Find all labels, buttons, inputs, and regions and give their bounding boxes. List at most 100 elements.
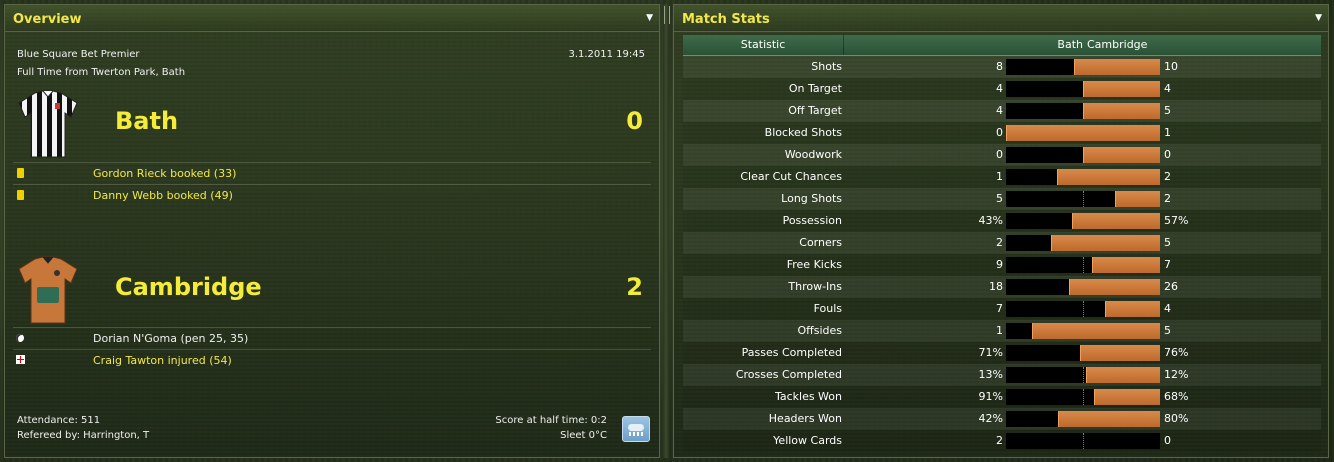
table-row[interactable]: Off Target 4 5	[683, 100, 1321, 122]
away-share-bar	[1069, 279, 1160, 295]
away-team-name[interactable]: Cambridge	[115, 273, 262, 301]
stats-rows: Shots 8 1 0 On Target 4 4 Off Target 4 5 Blocked S…	[683, 56, 1321, 452]
stat-label: Passes Completed	[741, 346, 842, 359]
stat-label: Free Kicks	[786, 258, 842, 271]
home-stat-value: 71%	[978, 346, 1003, 359]
comparison-bar	[1006, 279, 1160, 295]
bar-midline	[1083, 389, 1085, 405]
away-event-row[interactable]: Dorian N'Goma (pen 25, 35)	[13, 327, 651, 350]
sleet-weather-icon	[622, 416, 650, 442]
home-stat-value: 8	[996, 60, 1003, 73]
column-header-home[interactable]: Bath	[1013, 35, 1083, 55]
competition-name: Blue Square Bet Premier	[17, 49, 140, 60]
comparison-bar	[1006, 389, 1160, 405]
match-subtitle: Full Time from Twerton Park, Bath	[17, 67, 186, 78]
away-stat-value: 68%	[1164, 390, 1189, 403]
table-row[interactable]: Long Shots 5 2	[683, 188, 1321, 210]
home-stat-value: 4	[996, 82, 1003, 95]
table-row[interactable]: Throw-Ins 18 26	[683, 276, 1321, 298]
away-stat-value: 0	[1164, 434, 1171, 447]
table-row[interactable]: Headers Won 42% 80%	[683, 408, 1321, 430]
stats-table-header: Statistic Bath Cambridge	[683, 35, 1321, 56]
table-row[interactable]: Yellow Cards 2 0	[683, 430, 1321, 452]
away-team-score: 2	[626, 273, 643, 301]
comparison-bar	[1006, 191, 1160, 207]
event-text: Gordon Rieck booked (33)	[93, 167, 237, 180]
match-datetime: 3.1.2011 19:45	[568, 49, 645, 60]
attendance: Attendance: 511	[17, 415, 101, 426]
stat-label: Crosses Completed	[735, 368, 842, 381]
table-row[interactable]: On Target 4 4	[683, 78, 1321, 100]
panel-splitter[interactable]	[663, 4, 669, 458]
table-row[interactable]: Free Kicks 9 7	[683, 254, 1321, 276]
stat-label: Offsides	[797, 324, 842, 337]
away-stat-value: 4	[1164, 82, 1171, 95]
away-share-bar	[1057, 169, 1160, 185]
table-row[interactable]: Woodwork 0 0	[683, 144, 1321, 166]
stats-menu-icon[interactable]: ▼	[1315, 5, 1322, 31]
home-team-name[interactable]: Bath	[115, 107, 178, 135]
comparison-bar	[1006, 125, 1160, 141]
stats-table: Statistic Bath Cambridge Shots 8 1 0 On Targ…	[683, 35, 1321, 452]
comparison-bar	[1006, 301, 1160, 317]
away-kit-icon	[18, 256, 78, 324]
away-stat-value: 26	[1164, 280, 1178, 293]
stat-label: Long Shots	[781, 192, 842, 205]
home-stat-value: 5	[996, 192, 1003, 205]
table-row[interactable]: Shots 8 10	[683, 56, 1321, 78]
away-share-bar	[1058, 411, 1160, 427]
table-row[interactable]: Crosses Completed 13% 12%	[683, 364, 1321, 386]
home-stat-value: 43%	[978, 214, 1003, 227]
comparison-bar	[1006, 235, 1160, 251]
table-row[interactable]: Possession 43% 57%	[683, 210, 1321, 232]
away-share-bar	[1115, 191, 1160, 207]
stat-label: Clear Cut Chances	[740, 170, 842, 183]
away-share-bar	[1083, 147, 1160, 163]
column-header-away[interactable]: Cambridge	[1087, 35, 1147, 55]
splitter-grip-icon[interactable]	[664, 6, 670, 24]
bar-midline	[1083, 367, 1085, 383]
home-stat-value: 0	[996, 126, 1003, 139]
home-stat-value: 7	[996, 302, 1003, 315]
table-row[interactable]: Fouls 7 4	[683, 298, 1321, 320]
comparison-bar	[1006, 323, 1160, 339]
yellow-card-icon	[17, 168, 24, 178]
home-stat-value: 1	[996, 170, 1003, 183]
overview-menu-icon[interactable]: ▼	[646, 5, 653, 31]
overview-header: Overview ▼	[5, 5, 659, 32]
table-row[interactable]: Tackles Won 91% 68%	[683, 386, 1321, 408]
football-icon	[16, 334, 24, 342]
home-stat-value: 18	[989, 280, 1003, 293]
home-team-score: 0	[626, 107, 643, 135]
table-row[interactable]: Passes Completed 71% 76%	[683, 342, 1321, 364]
home-kit-icon	[18, 90, 78, 158]
away-share-bar	[1074, 59, 1160, 75]
event-text: Dorian N'Goma (pen 25, 35)	[93, 332, 249, 345]
away-stat-value: 5	[1164, 104, 1171, 117]
halftime-score: Score at half time: 0:2	[495, 415, 607, 426]
away-event-row[interactable]: Craig Tawton injured (54)	[13, 349, 651, 372]
away-share-bar	[1072, 213, 1160, 229]
table-row[interactable]: Blocked Shots 0 1	[683, 122, 1321, 144]
table-row[interactable]: Corners 2 5	[683, 232, 1321, 254]
table-row[interactable]: Clear Cut Chances 1 2	[683, 166, 1321, 188]
bar-midline	[1083, 301, 1085, 317]
table-row[interactable]: Offsides 1 5	[683, 320, 1321, 342]
stat-label: On Target	[788, 82, 842, 95]
comparison-bar	[1006, 169, 1160, 185]
away-share-bar	[1086, 367, 1160, 383]
referee: Refereed by: Harrington, T	[17, 430, 150, 441]
stat-label: Fouls	[813, 302, 842, 315]
away-stat-value: 2	[1164, 170, 1171, 183]
away-stat-value: 5	[1164, 324, 1171, 337]
away-stat-value: 7	[1164, 258, 1171, 271]
home-event-row[interactable]: Gordon Rieck booked (33)	[13, 162, 651, 185]
stat-label: Shots	[811, 60, 842, 73]
home-event-row[interactable]: Danny Webb booked (49)	[13, 184, 651, 207]
away-stat-value: 2	[1164, 192, 1171, 205]
away-share-bar	[1051, 235, 1160, 251]
yellow-card-icon	[17, 190, 24, 200]
bar-midline	[1083, 257, 1085, 273]
comparison-bar	[1006, 257, 1160, 273]
column-header-statistic[interactable]: Statistic	[683, 35, 843, 55]
